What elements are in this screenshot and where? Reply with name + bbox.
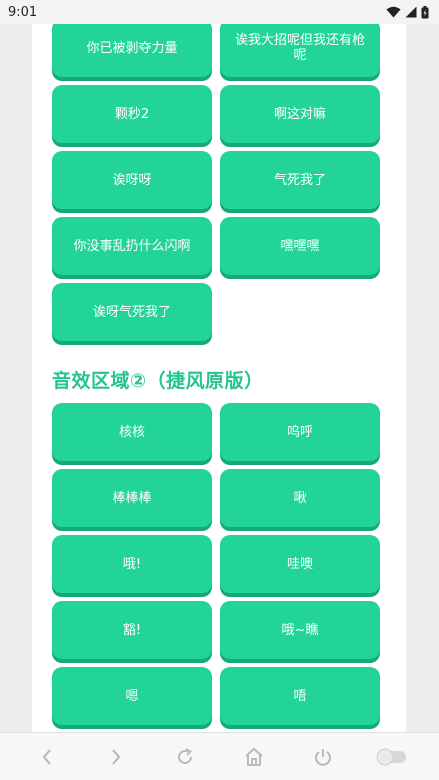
home-button[interactable] [234,737,274,777]
sound-button[interactable]: 核核 [52,403,212,461]
sound-button[interactable]: 诶呀呀 [52,151,212,209]
content-panel: 你已被剥夺力量 诶我大招呢但我还有枪呢 颗秒2 啊这对嘛 诶呀呀 气死我了 你没… [32,0,406,732]
toggle-button[interactable] [372,737,412,777]
status-time: 9:01 [8,4,38,20]
section-title: 音效区域②（捷风原版） [52,370,264,392]
browser-nav-bar [0,732,439,780]
status-bar: 9:01 [0,0,439,24]
sound-button[interactable]: 哦! [52,535,212,593]
sound-grid-2: 核核 呜呼 棒棒棒 啾 哦! 哇噢 豁! 哦~瞧 嗯 唔 [52,403,380,725]
back-button[interactable] [27,737,67,777]
sound-button[interactable]: 啊这对嘛 [220,85,380,143]
sound-button[interactable]: 嘿嘿嘿 [220,217,380,275]
sound-button[interactable]: 豁! [52,601,212,659]
sound-button[interactable]: 诶我大招呢但我还有枪呢 [220,19,380,77]
sound-button[interactable]: 你没事乱扔什么闪啊 [52,217,212,275]
status-icons [386,5,429,19]
home-icon [245,747,263,766]
signal-icon [405,6,417,18]
sound-button[interactable]: 颗秒2 [52,85,212,143]
sound-button[interactable]: 嗯 [52,667,212,725]
power-button[interactable] [303,737,343,777]
battery-icon [421,5,429,18]
forward-icon [111,748,121,765]
sound-button[interactable]: 哦~瞧 [220,601,380,659]
sound-grid-1: 你已被剥夺力量 诶我大招呢但我还有枪呢 颗秒2 啊这对嘛 诶呀呀 气死我了 你没… [52,19,380,341]
sound-button[interactable]: 气死我了 [220,151,380,209]
sound-button[interactable]: 呜呼 [220,403,380,461]
forward-button[interactable] [96,737,136,777]
refresh-button[interactable] [165,737,205,777]
sound-button[interactable]: 哇噢 [220,535,380,593]
sound-button[interactable]: 啾 [220,469,380,527]
refresh-icon [178,747,192,764]
sound-button[interactable]: 唔 [220,667,380,725]
sound-button[interactable]: 你已被剥夺力量 [52,19,212,77]
sound-button[interactable]: 诶呀气死我了 [52,283,212,341]
power-icon [315,748,332,766]
back-icon [42,748,51,765]
wifi-icon [386,6,401,18]
toggle-icon [376,748,407,765]
sound-button[interactable]: 棒棒棒 [52,469,212,527]
